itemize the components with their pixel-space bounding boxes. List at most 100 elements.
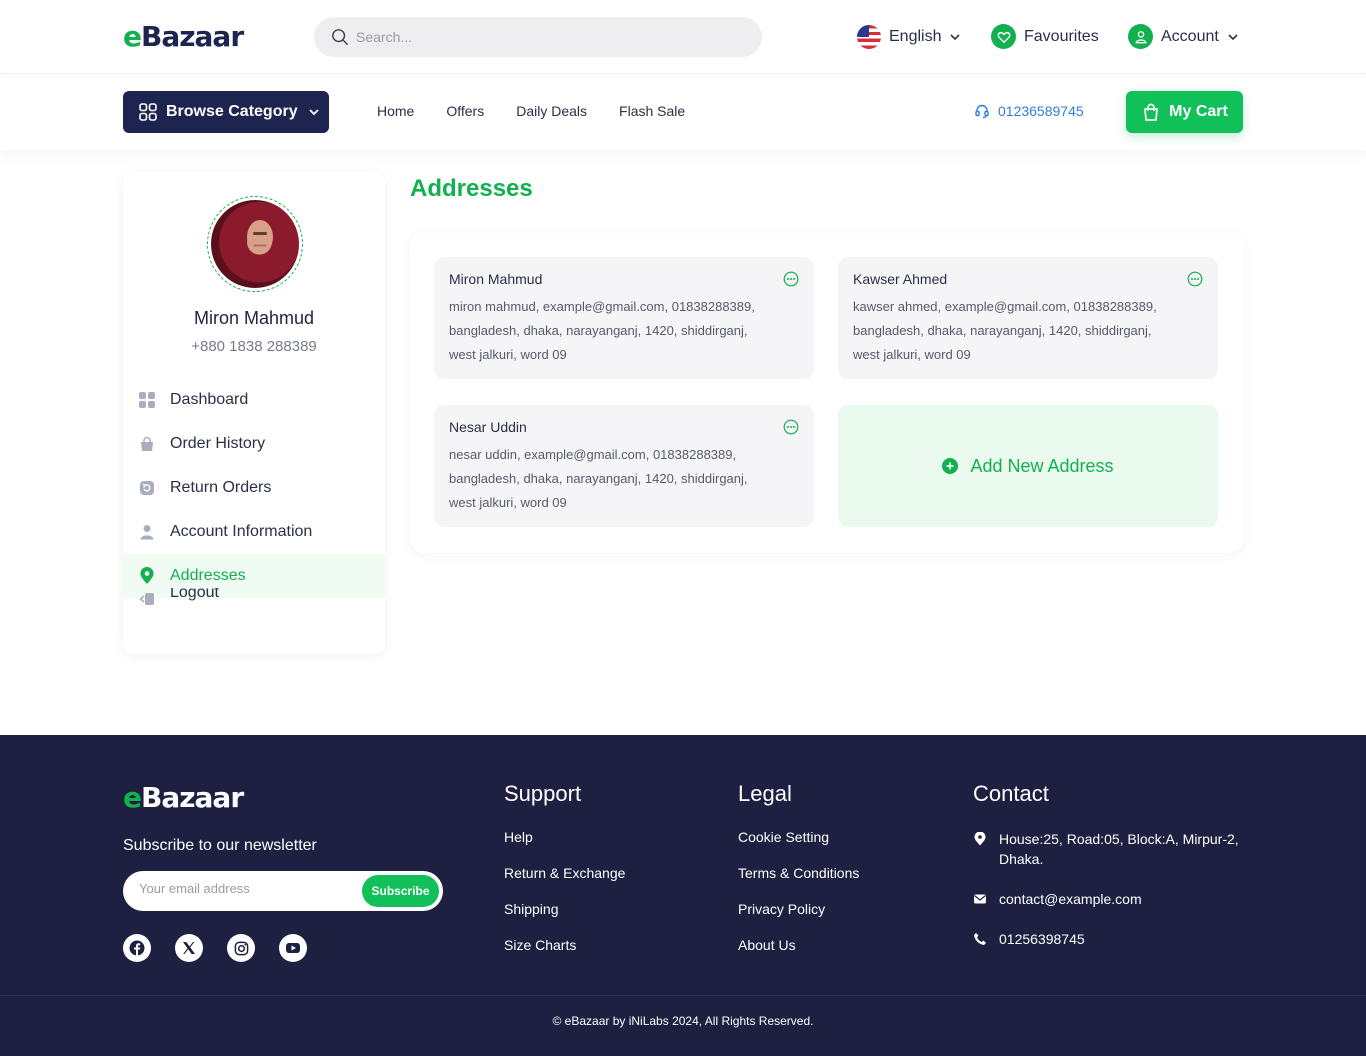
address-name: Miron Mahmud — [449, 271, 543, 287]
contact-email[interactable]: contact@example.com — [973, 889, 1243, 909]
youtube-icon[interactable] — [279, 934, 307, 962]
grid-icon — [139, 103, 157, 121]
location-pin-icon — [138, 567, 156, 585]
sidebar-item-label: Return Orders — [170, 479, 272, 496]
sidebar-item-label: Dashboard — [170, 391, 249, 408]
page-title: Addresses — [410, 175, 533, 202]
subscribe-button[interactable]: Subscribe — [362, 875, 439, 907]
address-text: miron mahmud, example@gmail.com, 0183828… — [449, 299, 755, 362]
chevron-down-icon — [308, 109, 319, 116]
nav-link-flash-sale[interactable]: Flash Sale — [619, 103, 685, 119]
more-options-icon[interactable] — [1187, 271, 1203, 287]
newsletter-email-input[interactable] — [139, 881, 339, 896]
more-options-icon[interactable] — [783, 419, 799, 435]
social-links — [123, 934, 307, 962]
address-card[interactable]: Nesar Uddin nesar uddin, example@gmail.c… — [434, 405, 814, 527]
address-card[interactable]: Miron Mahmud miron mahmud, example@gmail… — [434, 257, 814, 379]
my-cart-button[interactable]: My Cart — [1126, 91, 1243, 133]
support-phone[interactable]: 01236589745 — [974, 103, 1084, 119]
address-name: Kawser Ahmed — [853, 271, 948, 287]
contact-address-text: House:25, Road:05, Block:A, Mirpur-2, Dh… — [999, 831, 1239, 867]
my-cart-label: My Cart — [1169, 103, 1228, 120]
contact-email-text: contact@example.com — [999, 891, 1142, 907]
nav-links: Home Offers Daily Deals Flash Sale — [377, 103, 685, 119]
sidebar-item-label: Logout — [170, 588, 219, 601]
footer-legal-column: Legal Cookie Setting Terms & Conditions … — [738, 781, 859, 973]
footer: eBazaar Subscribe to our newsletter Subs… — [0, 735, 1366, 1056]
footer-contact-column: Contact House:25, Road:05, Block:A, Mirp… — [973, 781, 1243, 949]
newsletter-form: Subscribe — [123, 871, 443, 911]
main-nav: Browse Category Home Offers Daily Deals … — [0, 74, 1366, 150]
x-twitter-icon[interactable] — [175, 934, 203, 962]
return-icon — [138, 479, 156, 497]
contact-phone[interactable]: 01256398745 — [973, 929, 1243, 949]
favourites-link[interactable]: Favourites — [991, 24, 1099, 49]
language-selector[interactable]: English — [857, 24, 961, 50]
avatar — [207, 196, 303, 292]
top-header: eBazaar English Favourites Account — [0, 0, 1366, 74]
chevron-down-icon — [950, 34, 961, 41]
footer-link-help[interactable]: Help — [504, 829, 625, 847]
address-text: kawser ahmed, example@gmail.com, 0183828… — [853, 299, 1157, 362]
footer-link-privacy[interactable]: Privacy Policy — [738, 901, 859, 919]
shopping-bag-icon — [1144, 103, 1159, 121]
dashboard-icon — [138, 391, 156, 409]
account-sidebar: Miron Mahmud +880 1838 288389 Dashboard … — [123, 172, 385, 654]
chevron-down-icon — [1228, 33, 1238, 40]
footer-link-shipping[interactable]: Shipping — [504, 901, 625, 919]
instagram-icon[interactable] — [227, 934, 255, 962]
account-menu[interactable]: Account — [1128, 24, 1239, 49]
footer-link-size-charts[interactable]: Size Charts — [504, 937, 625, 955]
search-input[interactable] — [314, 17, 762, 57]
add-new-address-button[interactable]: Add New Address — [838, 405, 1218, 527]
sidebar-item-label: Account Information — [170, 523, 313, 540]
addresses-panel: Miron Mahmud miron mahmud, example@gmail… — [410, 233, 1244, 553]
footer-column-title: Support — [504, 781, 582, 806]
footer-link-return-exchange[interactable]: Return & Exchange — [504, 865, 625, 883]
browse-category-button[interactable]: Browse Category — [123, 91, 329, 133]
address-card[interactable]: Kawser Ahmed kawser ahmed, example@gmail… — [838, 257, 1218, 379]
us-flag-icon — [857, 25, 881, 49]
footer-support-column: Support Help Return & Exchange Shipping … — [504, 781, 625, 973]
copyright: © eBazaar by iNiLabs 2024, All Rights Re… — [0, 995, 1366, 1056]
brand-logo[interactable]: eBazaar — [123, 20, 244, 53]
add-new-address-label: Add New Address — [970, 455, 1114, 476]
nav-link-daily-deals[interactable]: Daily Deals — [516, 103, 587, 119]
sidebar-item-logout[interactable]: Logout — [123, 588, 385, 610]
search-icon — [332, 29, 348, 45]
footer-column-title: Contact — [973, 781, 1049, 806]
heart-icon — [991, 24, 1016, 49]
avatar-image — [211, 200, 299, 288]
footer-link-about[interactable]: About Us — [738, 937, 859, 955]
nav-link-offers[interactable]: Offers — [446, 103, 484, 119]
headset-icon — [975, 104, 989, 119]
footer-logo[interactable]: eBazaar — [123, 781, 244, 814]
sidebar-item-label: Order History — [170, 435, 266, 452]
profile-phone: +880 1838 288389 — [191, 338, 317, 355]
footer-link-cookie-setting[interactable]: Cookie Setting — [738, 829, 859, 847]
logout-icon — [138, 590, 156, 608]
sidebar-item-dashboard[interactable]: Dashboard — [123, 378, 385, 422]
favourites-label: Favourites — [1024, 27, 1099, 45]
footer-column-title: Legal — [738, 781, 792, 806]
plus-circle-icon — [942, 458, 959, 474]
user-icon — [138, 523, 156, 541]
sidebar-menu: Dashboard Order History Return Orders Ac… — [123, 378, 385, 610]
browse-category-label: Browse Category — [166, 103, 298, 120]
location-pin-icon — [974, 832, 986, 846]
support-phone-number: 01236589745 — [998, 103, 1084, 119]
phone-icon — [974, 933, 986, 945]
contact-phone-text: 01256398745 — [999, 931, 1085, 947]
language-label: English — [889, 28, 942, 45]
contact-address: House:25, Road:05, Block:A, Mirpur-2, Dh… — [973, 829, 1243, 869]
sidebar-item-account-information[interactable]: Account Information — [123, 510, 385, 554]
address-name: Nesar Uddin — [449, 419, 527, 435]
more-options-icon[interactable] — [783, 271, 799, 287]
facebook-icon[interactable] — [123, 934, 151, 962]
newsletter-title: Subscribe to our newsletter — [123, 837, 317, 854]
sidebar-item-order-history[interactable]: Order History — [123, 422, 385, 466]
sidebar-item-return-orders[interactable]: Return Orders — [123, 466, 385, 510]
envelope-icon — [974, 894, 986, 904]
footer-link-terms[interactable]: Terms & Conditions — [738, 865, 859, 883]
nav-link-home[interactable]: Home — [377, 103, 414, 119]
